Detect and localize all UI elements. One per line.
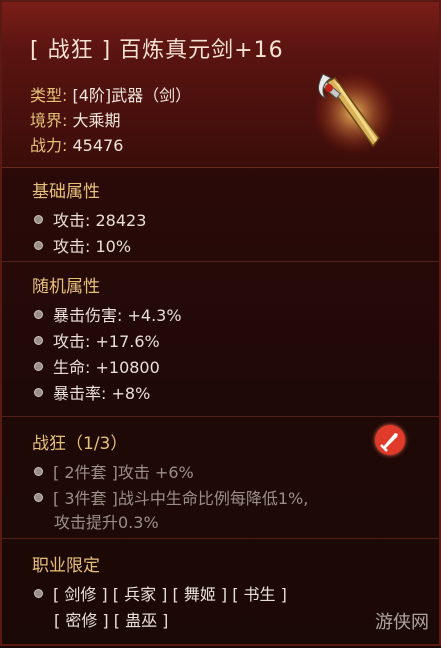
set-tag: [ 3件套 ] xyxy=(53,489,118,508)
class-restriction: 职业限定 [ 剑修 ] [ 兵家 ] [ 舞姬 ] [ 书生 ] [ 密修 ] … xyxy=(2,539,439,648)
bullet-icon xyxy=(34,240,43,250)
set-tag: [ 2件套 ] xyxy=(53,463,118,482)
power-value: 45476 xyxy=(72,136,124,155)
set-text-continued: 攻击提升0.3% xyxy=(54,513,159,532)
bullet-icon xyxy=(34,387,43,397)
type-label: 类型: xyxy=(30,86,68,105)
realm-label: 境界: xyxy=(30,111,68,130)
stat-text: 攻击: 28423 xyxy=(53,211,147,230)
set-text: 战斗中生命比例每降低1%, xyxy=(117,489,309,508)
class-list-line: [ 剑修 ] [ 兵家 ] [ 舞姬 ] [ 书生 ] xyxy=(53,585,287,604)
set-bonus: 战狂（1/3） [ 2件套 ] 攻击 +6% [ 3件套 ] 战斗中生命比例每降… xyxy=(2,417,439,539)
list-item: [ 3件套 ] 战斗中生命比例每降低1%, xyxy=(34,485,308,509)
stat-text: 暴击伤害: +4.3% xyxy=(53,306,182,325)
power-line: 战力: 45476 xyxy=(30,132,123,156)
realm-line: 境界: 大乘期 xyxy=(30,107,121,131)
list-item: [ 2件套 ] 攻击 +6% xyxy=(34,459,194,483)
class-list-line: [ 密修 ] [ 蛊巫 ] xyxy=(54,611,169,630)
set-heading: 战狂（1/3） xyxy=(32,434,128,454)
list-item: 攻击: 10% xyxy=(34,233,131,257)
realm-value: 大乘期 xyxy=(72,111,121,130)
list-item: 攻击: 28423 xyxy=(34,207,146,231)
bullet-icon xyxy=(34,335,43,345)
list-item: [ 剑修 ] [ 兵家 ] [ 舞姬 ] [ 书生 ] xyxy=(34,581,287,605)
bullet-icon xyxy=(34,466,43,476)
item-header: [ 战狂 ] 百炼真元剑+16 类型: [4阶]武器（剑） 境界: 大乘期 战力… xyxy=(2,2,439,168)
item-title: [ 战狂 ] 百炼真元剑+16 xyxy=(30,38,284,63)
item-tooltip: [ 战狂 ] 百炼真元剑+16 类型: [4阶]武器（剑） 境界: 大乘期 战力… xyxy=(0,0,441,646)
stat-text: 暴击率: +8% xyxy=(53,384,151,403)
class-heading: 职业限定 xyxy=(32,556,100,576)
bullet-icon xyxy=(34,361,43,371)
random-heading: 随机属性 xyxy=(32,277,100,297)
type-line: 类型: [4阶]武器（剑） xyxy=(30,82,191,106)
red-sword-badge-icon xyxy=(375,425,405,455)
basic-attributes: 基础属性 攻击: 28423 攻击: 10% xyxy=(2,167,439,262)
bullet-icon xyxy=(34,588,43,598)
bullet-icon xyxy=(34,214,43,224)
random-attributes: 随机属性 暴击伤害: +4.3% 攻击: +17.6% 生命: +10800 暴… xyxy=(2,262,439,417)
list-item: 暴击率: +8% xyxy=(34,380,150,404)
bullet-icon xyxy=(34,309,43,319)
list-item: 攻击: +17.6% xyxy=(34,328,160,352)
stat-text: 攻击: 10% xyxy=(53,237,132,256)
type-value: [4阶]武器（剑） xyxy=(72,86,192,105)
bullet-icon xyxy=(34,492,43,502)
list-item: 生命: +10800 xyxy=(34,354,160,378)
basic-heading: 基础属性 xyxy=(32,182,100,202)
stat-text: 攻击: +17.6% xyxy=(53,332,160,351)
list-item: 暴击伤害: +4.3% xyxy=(34,302,182,326)
set-text: 攻击 +6% xyxy=(117,463,194,482)
stat-text: 生命: +10800 xyxy=(53,358,160,377)
power-label: 战力: xyxy=(30,136,68,155)
sword-icon xyxy=(312,71,396,155)
watermark: 游侠网 xyxy=(375,612,429,633)
